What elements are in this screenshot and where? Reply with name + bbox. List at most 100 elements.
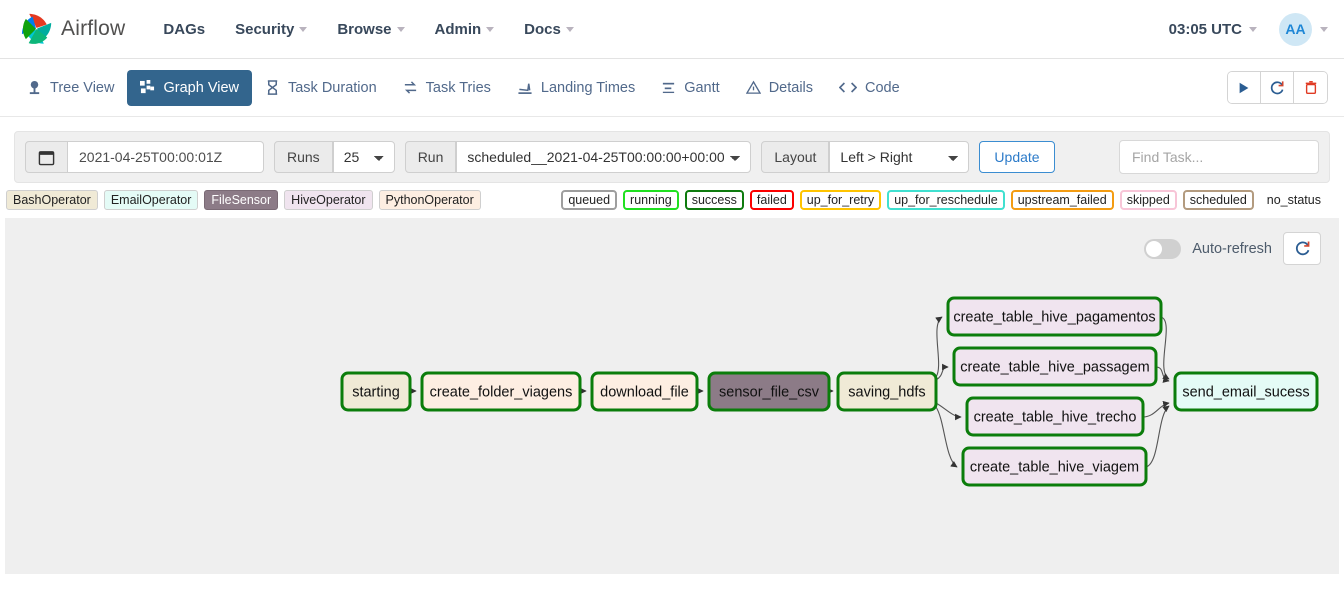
landing-icon [518, 83, 532, 94]
node-label: create_table_hive_trecho [974, 409, 1137, 425]
runs-label-text: Runs [287, 149, 320, 165]
dag-action-buttons [1227, 71, 1328, 104]
node-label: sensor_file_csv [719, 384, 820, 400]
status-badge-skipped[interactable]: skipped [1119, 190, 1177, 210]
user-menu[interactable]: AA [1279, 12, 1328, 46]
nav-link-dags-label: DAGs [163, 20, 206, 38]
graph-node-create_folder_viagens[interactable]: create_folder_viagens [420, 371, 582, 412]
dag-graph-canvas[interactable]: starting create_folder_viagens download_fi… [5, 218, 1339, 574]
chevron-down-icon [1320, 26, 1328, 32]
operator-badge-emailoperator[interactable]: EmailOperator [103, 190, 199, 210]
main-navbar: Airflow DAGs Security Browse Admin Docs … [0, 0, 1344, 59]
graph-nodes: starting create_folder_viagens download_fi… [340, 296, 1319, 487]
tab-tree-view[interactable]: Tree View [14, 70, 127, 106]
node-label: create_table_hive_viagem [970, 459, 1139, 475]
dag-graph-panel[interactable]: Auto-refresh starting create_folder_viage… [5, 218, 1339, 574]
auto-refresh-toggle[interactable] [1144, 238, 1182, 259]
node-label: create_folder_viagens [430, 384, 573, 400]
nav-link-admin-label: Admin [434, 20, 482, 38]
update-button[interactable]: Update [979, 141, 1055, 173]
gantt-icon [663, 82, 675, 94]
status-badge-running[interactable]: running [623, 190, 679, 210]
nav-link-security-label: Security [235, 20, 295, 38]
status-badge-failed[interactable]: failed [749, 190, 794, 210]
trash-icon [1305, 81, 1316, 94]
tab-landing-times[interactable]: Landing Times [504, 70, 648, 106]
operator-badge-bashoperator[interactable]: BashOperator [6, 190, 98, 210]
legend-row: BashOperator EmailOperator FileSensor Hi… [0, 183, 1344, 215]
retry-icon [404, 81, 416, 94]
graph-node-create_table_hive_passagem[interactable]: create_table_hive_passagem [952, 346, 1158, 387]
avatar: AA [1279, 12, 1312, 46]
run-select[interactable]: scheduled__2021-04-25T00:00:00+00:00 [456, 141, 752, 173]
status-badge-up-for-reschedule[interactable]: up_for_reschedule [887, 190, 1005, 210]
runs-label: Runs [274, 141, 333, 173]
operator-badge-pythonoperator[interactable]: PythonOperator [378, 190, 481, 210]
graph-edge [935, 406, 958, 468]
utc-time-label: 03:05 UTC [1168, 20, 1242, 38]
chevron-down-icon [1249, 26, 1257, 32]
operator-badge-hiveoperator[interactable]: HiveOperator [284, 190, 373, 210]
status-badge-up-for-retry[interactable]: up_for_retry [799, 190, 882, 210]
nav-link-docs-label: Docs [524, 20, 561, 38]
graph-edge [1155, 366, 1170, 383]
status-badge-no-status[interactable]: no_status [1260, 190, 1328, 210]
tab-graph-view-label: Graph View [163, 79, 239, 96]
find-task-input[interactable] [1119, 140, 1319, 174]
calendar-button[interactable] [25, 141, 68, 173]
graph-node-sensor_file_csv[interactable]: sensor_file_csv [707, 371, 831, 412]
refresh-dag-button[interactable] [1261, 72, 1294, 103]
tab-details[interactable]: Details [733, 70, 826, 106]
nav-link-security[interactable]: Security [235, 20, 308, 38]
graph-node-starting[interactable]: starting [340, 371, 412, 412]
status-badge-success[interactable]: success [684, 190, 744, 210]
nav-link-browse[interactable]: Browse [337, 21, 405, 38]
execution-date-input[interactable]: 2021-04-25T00:00:01Z [68, 141, 264, 173]
operator-badge-filesensor[interactable]: FileSensor [204, 190, 279, 210]
status-badge-queued[interactable]: queued [561, 190, 618, 210]
tab-task-duration[interactable]: Task Duration [252, 70, 390, 106]
brand-logo-link[interactable]: Airflow [18, 11, 125, 47]
nav-link-docs[interactable]: Docs [524, 21, 574, 38]
hourglass-icon [267, 80, 278, 95]
status-badge-scheduled[interactable]: scheduled [1182, 190, 1254, 210]
tab-task-duration-label: Task Duration [287, 79, 377, 96]
graph-node-create_table_hive_viagem[interactable]: create_table_hive_viagem [961, 446, 1148, 487]
tab-gantt[interactable]: Gantt [648, 70, 732, 106]
status-badge-upstream-failed[interactable]: upstream_failed [1010, 190, 1114, 210]
delete-dag-button[interactable] [1294, 72, 1327, 103]
nav-link-dags[interactable]: DAGs [163, 21, 205, 38]
calendar-icon [38, 150, 55, 165]
tab-task-tries-label: Task Tries [425, 79, 491, 96]
graph-node-download_file[interactable]: download_file [590, 371, 699, 412]
operator-legend: BashOperator EmailOperator FileSensor Hi… [6, 190, 481, 210]
graph-node-saving_hdfs[interactable]: saving_hdfs [836, 371, 938, 412]
layout-label-text: Layout [774, 149, 817, 165]
node-label: starting [352, 384, 400, 400]
utc-time-dropdown[interactable]: 03:05 UTC [1169, 21, 1257, 38]
execution-date-value: 2021-04-25T00:00:01Z [79, 149, 223, 165]
tab-graph-view[interactable]: Graph View [127, 69, 252, 106]
node-label: download_file [600, 384, 689, 400]
tab-details-label: Details [768, 79, 814, 96]
runs-select[interactable]: 25 [332, 141, 395, 173]
trigger-dag-button[interactable] [1228, 72, 1261, 103]
tab-code[interactable]: Code [826, 70, 913, 106]
chevron-down-icon [486, 26, 495, 32]
graph-refresh-button[interactable] [1283, 232, 1321, 265]
nav-link-admin[interactable]: Admin [435, 21, 495, 38]
node-label: send_email_sucess [1182, 384, 1309, 400]
chevron-down-icon [299, 26, 308, 32]
run-label: Run [404, 141, 457, 173]
warning-triangle-icon [745, 80, 761, 94]
runs-group: Runs 25 [274, 141, 395, 173]
graph-node-create_table_hive_trecho[interactable]: create_table_hive_trecho [965, 396, 1145, 437]
graph-node-send_email_sucess[interactable]: send_email_sucess [1173, 371, 1319, 412]
chevron-down-icon [565, 26, 574, 32]
layout-select[interactable]: Left > Right [829, 141, 970, 173]
node-label: create_table_hive_passagem [960, 359, 1149, 375]
brand-name: Airflow [61, 17, 126, 40]
graph-icon [140, 80, 155, 94]
tab-task-tries[interactable]: Task Tries [390, 70, 504, 106]
graph-node-create_table_hive_pagamentos[interactable]: create_table_hive_pagamentos [946, 296, 1163, 337]
